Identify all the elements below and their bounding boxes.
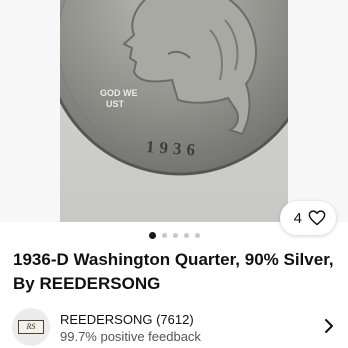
- listing-title: 1936-D Washington Quarter, 90% Silver, B…: [13, 250, 334, 293]
- coin-year: 1936: [145, 137, 200, 160]
- seller-logo-stamp: RS: [18, 320, 44, 334]
- gallery-dot[interactable]: [183, 233, 189, 238]
- listing-image-area[interactable]: GOD WE UST 1936: [0, 0, 348, 222]
- watchers-like-button[interactable]: 4: [279, 201, 336, 235]
- gallery-dot[interactable]: [161, 233, 167, 238]
- gallery-dot[interactable]: [148, 232, 156, 239]
- seller-feedback: 99.7% positive feedback: [60, 329, 201, 344]
- coin-photo[interactable]: GOD WE UST 1936: [60, 0, 288, 222]
- seller-card[interactable]: RS REEDERSONG (7612) 99.7% positive feed…: [0, 304, 348, 348]
- chevron-right-icon[interactable]: [324, 318, 334, 339]
- like-count: 4: [293, 209, 302, 227]
- coin-motto-line2: UST: [106, 99, 125, 109]
- seller-avatar[interactable]: RS: [12, 308, 50, 346]
- gallery-pagination[interactable]: [0, 232, 348, 239]
- seller-name-rating[interactable]: REEDERSONG (7612): [60, 312, 194, 327]
- heart-icon: [308, 210, 326, 226]
- gallery-dot[interactable]: [172, 233, 178, 238]
- coin-illustration: GOD WE UST 1936: [60, 0, 288, 222]
- gallery-dot[interactable]: [194, 233, 200, 238]
- coin-motto-line1: GOD WE: [100, 88, 138, 98]
